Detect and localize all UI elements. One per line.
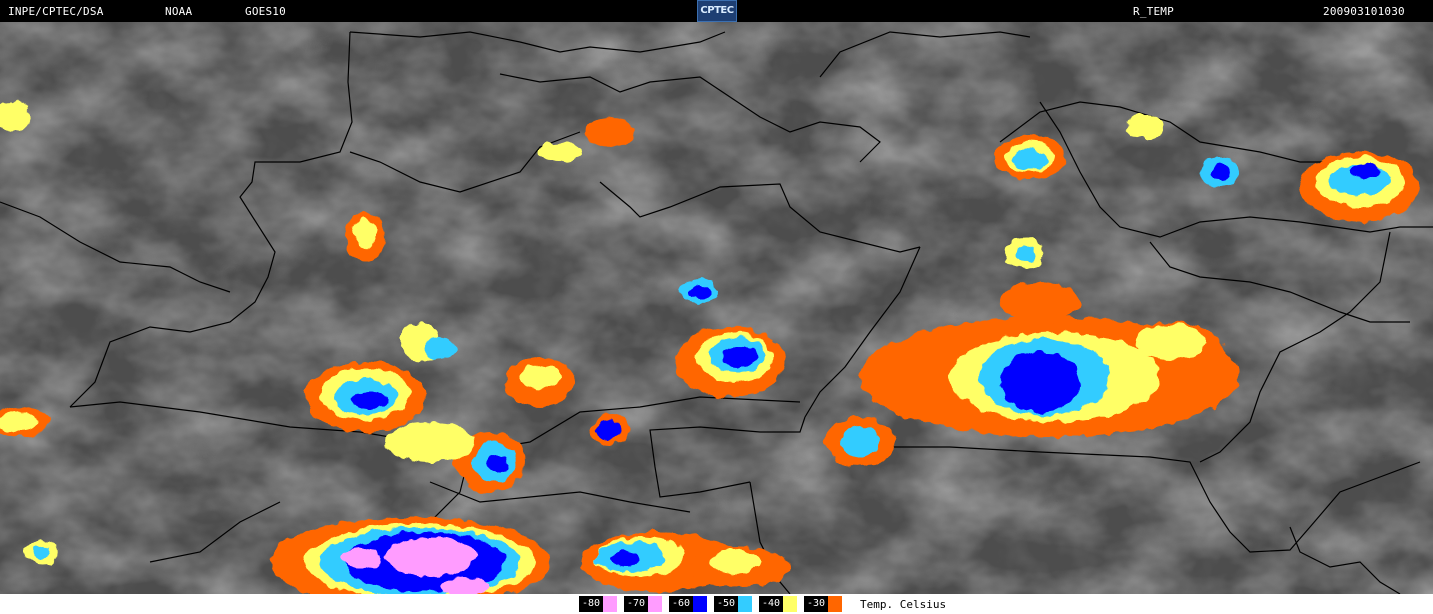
legend-color-swatch — [693, 596, 707, 612]
legend-color-swatch — [783, 596, 797, 612]
legend-value-label: -60 — [669, 596, 693, 612]
agency-label: NOAA — [165, 5, 193, 18]
satellite-image — [0, 22, 1433, 594]
legend-color-swatch — [738, 596, 752, 612]
legend-value-label: -80 — [579, 596, 603, 612]
logo-text: CPTEC — [700, 5, 734, 16]
legend-color-swatch — [603, 596, 617, 612]
product-label: R_TEMP — [1133, 5, 1174, 18]
satellite-label: GOES10 — [245, 5, 286, 18]
legend-value-label: -40 — [759, 596, 783, 612]
cptec-logo: CPTEC — [697, 0, 737, 22]
legend-unit-label: Temp. Celsius — [860, 598, 947, 611]
legend-value-label: -30 — [804, 596, 828, 612]
source-label: INPE/CPTEC/DSA — [8, 5, 104, 18]
timestamp-label: 200903101030 — [1323, 5, 1405, 18]
legend-color-swatch — [828, 596, 842, 612]
legend-color-swatch — [648, 596, 662, 612]
legend-value-label: -50 — [714, 596, 738, 612]
legend-value-label: -70 — [624, 596, 648, 612]
header-bar: INPE/CPTEC/DSA NOAA GOES10 CPTEC R_TEMP … — [0, 0, 1433, 22]
